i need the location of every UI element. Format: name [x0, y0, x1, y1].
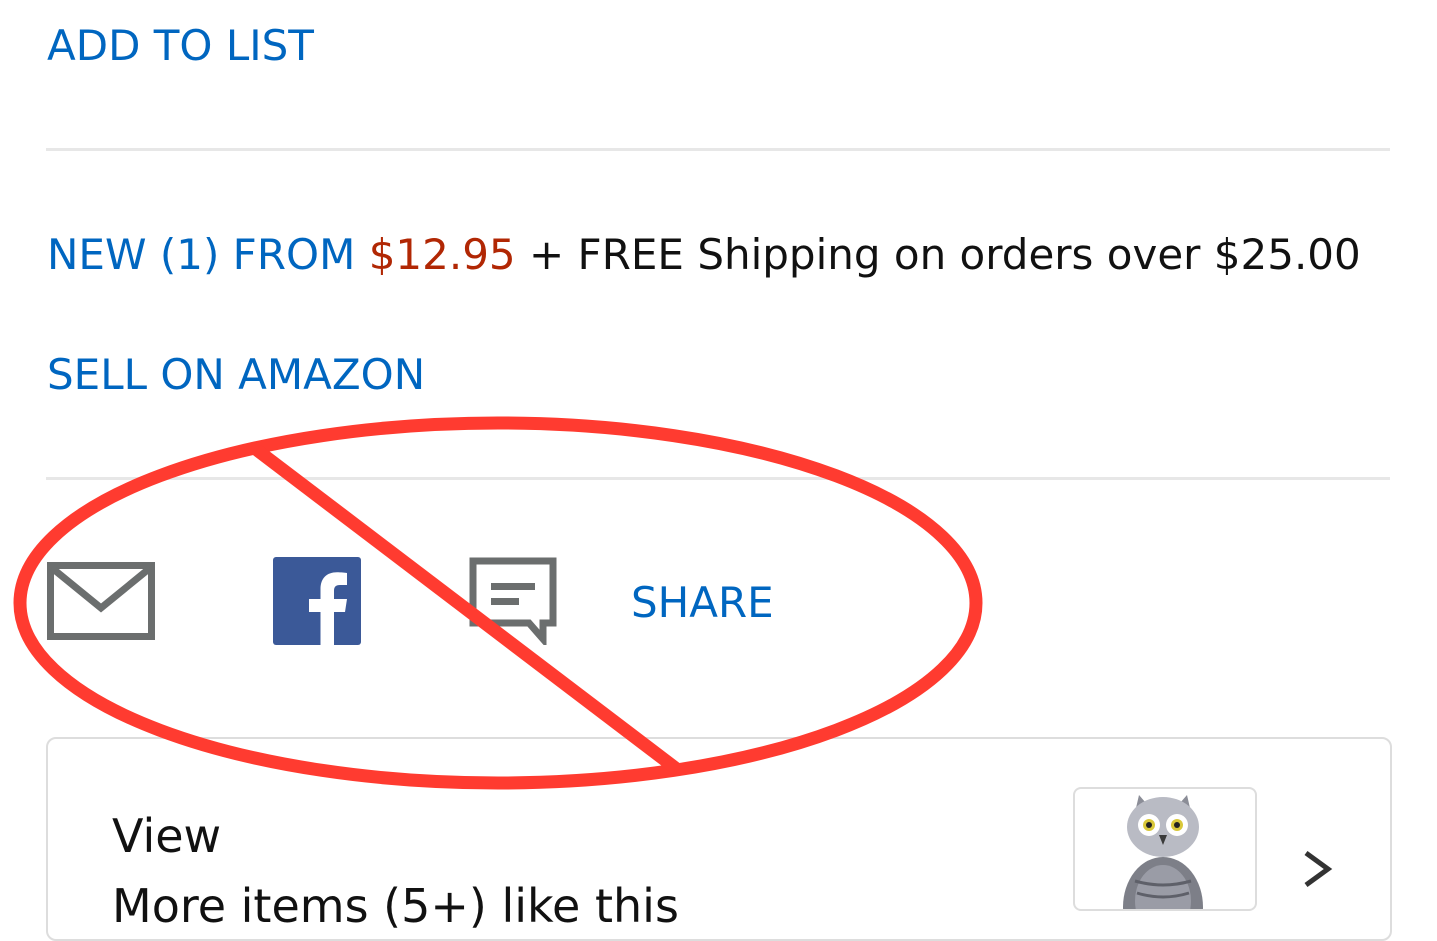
email-icon[interactable]	[47, 562, 155, 640]
facebook-icon[interactable]	[273, 557, 361, 645]
recommendation-line-1: View	[112, 809, 222, 863]
share-link[interactable]: SHARE	[631, 582, 774, 624]
new-offers-link[interactable]: NEW (1) FROM	[47, 230, 355, 279]
offer-price[interactable]: $12.95	[369, 230, 516, 279]
offer-line: NEW (1) FROM $12.95 + FREE Shipping on o…	[47, 234, 1361, 276]
owl-image	[1123, 795, 1203, 909]
recommendation-line-2: More items (5+) like this	[112, 879, 679, 933]
divider	[46, 477, 1390, 480]
chevron-right-icon[interactable]	[1298, 850, 1334, 888]
divider	[46, 148, 1390, 151]
shipping-info: + FREE Shipping on orders over $25.00	[529, 230, 1361, 279]
add-to-list-link[interactable]: ADD TO LIST	[47, 25, 314, 67]
message-icon[interactable]	[469, 557, 557, 649]
sell-on-amazon-link[interactable]: SELL ON AMAZON	[47, 354, 425, 396]
owl-thumbnail[interactable]	[1073, 787, 1257, 911]
recommendation-card[interactable]: View More items (5+) like this	[46, 737, 1392, 941]
recommendation-text: View More items (5+) like this	[112, 801, 679, 941]
